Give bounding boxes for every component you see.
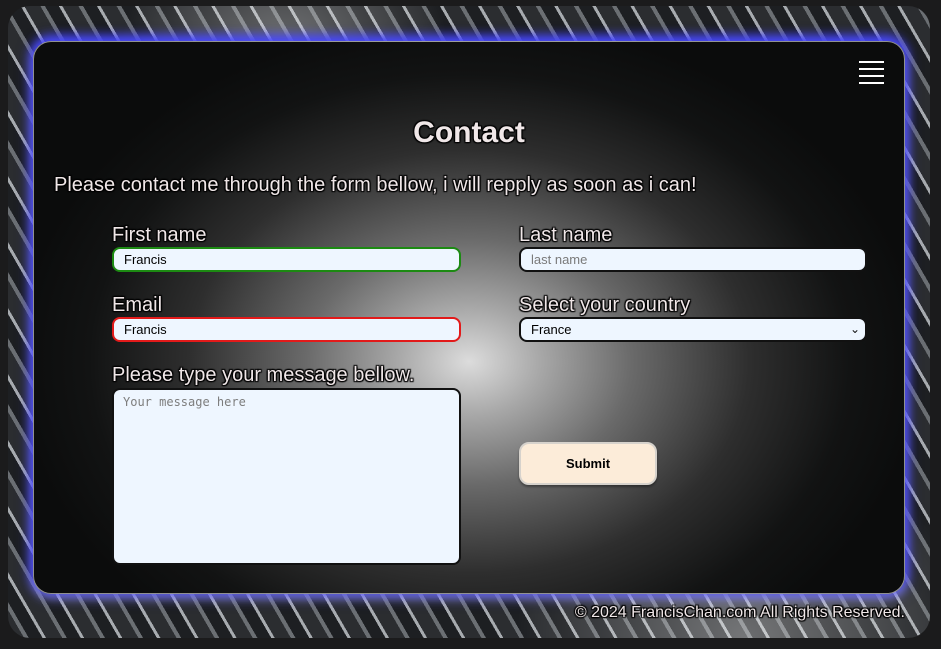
page-title: Contact (413, 116, 525, 149)
menu-line (859, 68, 884, 70)
menu-line (859, 61, 884, 63)
message-label: Please type your message bellow. (112, 364, 415, 386)
country-selected-value: France (531, 322, 572, 337)
first-name-field[interactable]: Francis (112, 247, 461, 272)
first-name-label: First name (112, 224, 207, 246)
country-select[interactable]: France ⌄ (519, 317, 867, 342)
contact-card: Contact Please contact me through the fo… (33, 41, 905, 594)
last-name-label: Last name (519, 224, 613, 246)
chevron-down-icon: ⌄ (849, 322, 860, 336)
message-textarea[interactable]: Your message here (112, 388, 461, 565)
intro-text: Please contact me through the form bello… (54, 174, 697, 196)
email-field[interactable]: Francis (112, 317, 461, 342)
menu-line (859, 75, 884, 77)
menu-line (859, 82, 884, 84)
last-name-field[interactable]: last name (519, 247, 867, 272)
email-label: Email (112, 294, 163, 316)
submit-button[interactable]: Submit (519, 442, 657, 485)
country-label: Select your country (519, 294, 691, 316)
footer-copyright: © 2024 FrancisChan.com All Rights Reserv… (574, 604, 905, 621)
hamburger-menu-icon[interactable] (859, 61, 884, 85)
